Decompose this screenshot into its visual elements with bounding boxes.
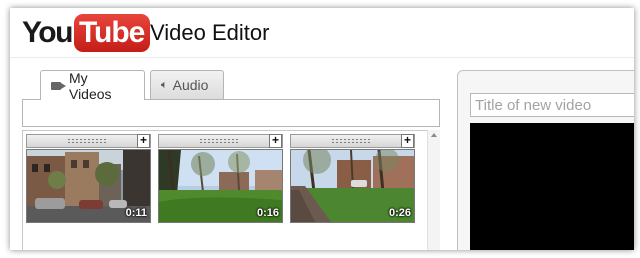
clip-drag-handle[interactable]: + [26, 134, 151, 148]
video-camera-icon [51, 81, 66, 90]
header: You Tube Video Editor [10, 8, 634, 58]
tab-audio-label: Audio [172, 77, 209, 93]
clip-duration: 0:16 [256, 207, 279, 219]
media-library-panel: My Videos 🔈︎ Audio + 0:11 + 0:16 + 0:26 [22, 66, 442, 250]
clips-scrollbar[interactable] [427, 130, 440, 250]
clip-duration: 0:11 [125, 207, 147, 219]
video-preview-player[interactable] [470, 123, 634, 250]
grip-icon [67, 138, 107, 145]
speaker-icon: 🔈︎ [161, 78, 168, 91]
scroll-up-arrow-icon[interactable] [431, 133, 437, 137]
tab-audio[interactable]: 🔈︎ Audio [150, 70, 224, 99]
app-window: You Tube Video Editor My Videos 🔈︎ Audio… [10, 8, 634, 250]
logo-you-text: You [22, 16, 73, 49]
video-clip[interactable]: + [158, 134, 283, 226]
tab-my-videos-label: My Videos [68, 69, 112, 102]
video-title-input[interactable] [470, 93, 634, 117]
logo-tube-text: Tube [73, 14, 151, 52]
tab-my-videos[interactable]: My Videos [40, 69, 145, 102]
grip-icon [199, 138, 239, 145]
video-clip[interactable]: + [290, 134, 415, 226]
page-title: Video Editor [150, 20, 270, 45]
editor-panel [457, 70, 634, 250]
clip-drag-handle[interactable]: + [158, 134, 283, 148]
clips-list: + 0:11 + 0:16 + 0:26 [22, 130, 440, 250]
video-clip[interactable]: + [26, 134, 151, 226]
clip-thumbnail[interactable]: 0:11 [26, 149, 151, 223]
add-clip-button[interactable]: + [137, 134, 150, 148]
add-clip-button[interactable]: + [401, 134, 414, 148]
clip-duration: 0:26 [388, 207, 411, 219]
clip-thumbnail[interactable]: 0:26 [290, 149, 415, 223]
grip-icon [331, 138, 371, 145]
tab-content-toolbar [22, 99, 440, 127]
clip-thumbnail[interactable]: 0:16 [158, 149, 283, 223]
clip-drag-handle[interactable]: + [290, 134, 415, 148]
youtube-logo[interactable]: You Tube [22, 14, 151, 52]
add-clip-button[interactable]: + [269, 134, 282, 148]
